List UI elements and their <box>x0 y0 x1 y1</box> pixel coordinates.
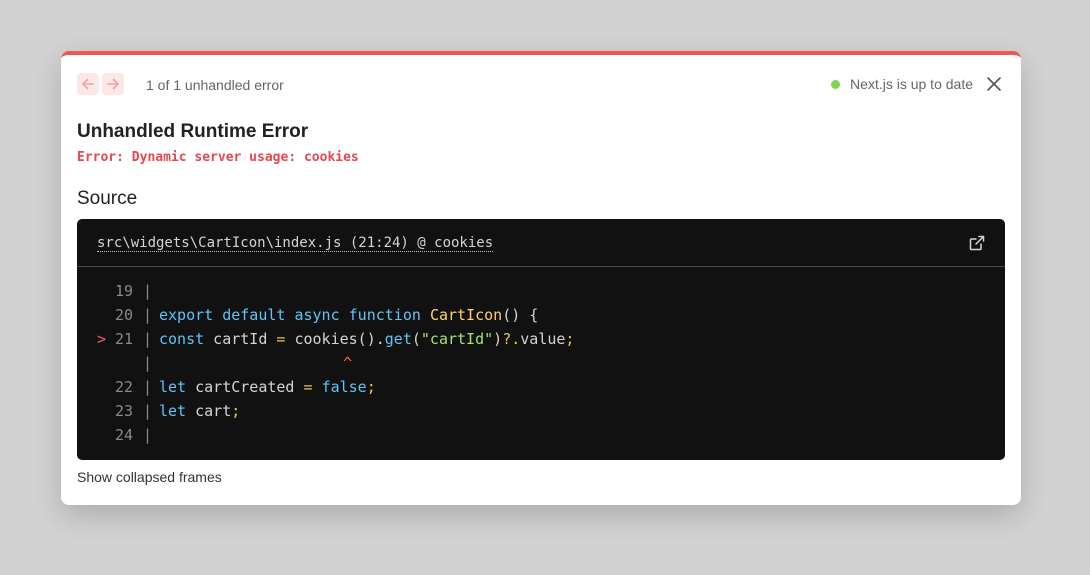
code-token: let <box>159 378 187 396</box>
source-heading: Source <box>77 188 138 209</box>
code-line: 24 | <box>77 423 1005 447</box>
line-number: 21 <box>114 330 133 348</box>
code-token: export default async function <box>159 306 430 324</box>
code-token: ; <box>565 330 575 348</box>
close-button[interactable] <box>983 73 1005 95</box>
version-status: Next.js is up to date <box>831 73 1005 95</box>
code-text: let cart; <box>159 399 240 423</box>
code-token: CartIcon <box>429 306 503 324</box>
code-token: () { <box>502 306 539 324</box>
code-line: 23 | let cart; <box>77 399 1005 423</box>
code-line: 20 | export default async function CartIco… <box>77 303 1005 327</box>
gutter-bar: | <box>143 282 153 300</box>
line-number: 23 <box>114 402 133 420</box>
error-line-marker: > <box>97 330 107 348</box>
gutter-bar: | <box>143 330 153 348</box>
close-icon <box>987 77 1001 91</box>
code-lines: 19 | 20 | export default async function Cart… <box>77 267 1005 447</box>
code-token: get <box>384 330 412 348</box>
status-dot <box>831 79 841 89</box>
code-token: false <box>321 378 367 396</box>
code-text: let cartCreated = false; <box>159 375 376 399</box>
arrow-left-icon <box>82 78 94 90</box>
code-token: let <box>159 402 187 420</box>
arrow-right-icon <box>107 78 119 90</box>
next-error-button[interactable] <box>102 73 124 95</box>
source-file-link[interactable]: src\widgets\CartIcon\index.js (21:24) @ … <box>97 235 494 252</box>
code-token: "cartId" <box>420 330 494 348</box>
code-frame-header: src\widgets\CartIcon\index.js (21:24) @ … <box>77 219 1005 267</box>
version-status-text: Next.js is up to date <box>850 76 973 92</box>
code-frame: src\widgets\CartIcon\index.js (21:24) @ … <box>77 219 1005 460</box>
code-line: >21 | const cartId = cookies().get("cartId… <box>77 327 1005 351</box>
line-number: 20 <box>114 306 133 324</box>
gutter-bar: | <box>143 306 153 324</box>
code-token: ; <box>231 402 241 420</box>
code-line: 22 | let cartCreated = false; <box>77 375 1005 399</box>
error-pagination <box>77 73 124 95</box>
gutter-bar: | <box>143 426 153 444</box>
code-token: ?. <box>502 330 521 348</box>
dialog-toolbar: 1 of 1 unhandled error Next.js is up to … <box>77 73 1005 97</box>
code-token: ; <box>366 378 376 396</box>
error-column-caret: ^ <box>343 354 353 372</box>
error-overlay-dialog: 1 of 1 unhandled error Next.js is up to … <box>61 51 1021 505</box>
line-number: 24 <box>114 426 133 444</box>
code-token: cookies(). <box>285 330 385 348</box>
code-line: | ^ <box>77 351 1005 375</box>
error-message: Error: Dynamic server usage: cookies <box>77 150 359 165</box>
code-token: cart <box>186 402 232 420</box>
code-line: 19 | <box>77 279 1005 303</box>
gutter-bar: | <box>143 378 153 396</box>
code-token: = <box>303 378 313 396</box>
external-link-icon[interactable] <box>969 235 985 251</box>
show-collapsed-frames-button[interactable]: Show collapsed frames <box>77 469 222 485</box>
code-text: export default async function CartIcon()… <box>159 303 538 327</box>
code-token: cartId <box>204 330 277 348</box>
code-text: const cartId = cookies().get("cartId")?.… <box>159 327 574 351</box>
error-title: Unhandled Runtime Error <box>77 121 309 142</box>
line-number: 19 <box>114 282 133 300</box>
error-counter: 1 of 1 unhandled error <box>146 77 284 93</box>
code-token: ( <box>411 330 421 348</box>
line-number: 22 <box>114 378 133 396</box>
code-token: cartCreated <box>186 378 304 396</box>
code-token: ) <box>493 330 503 348</box>
previous-error-button[interactable] <box>77 73 99 95</box>
code-token: value <box>520 330 566 348</box>
gutter-bar: | <box>143 402 153 420</box>
code-token: const <box>159 330 205 348</box>
gutter-bar: | <box>143 354 153 372</box>
